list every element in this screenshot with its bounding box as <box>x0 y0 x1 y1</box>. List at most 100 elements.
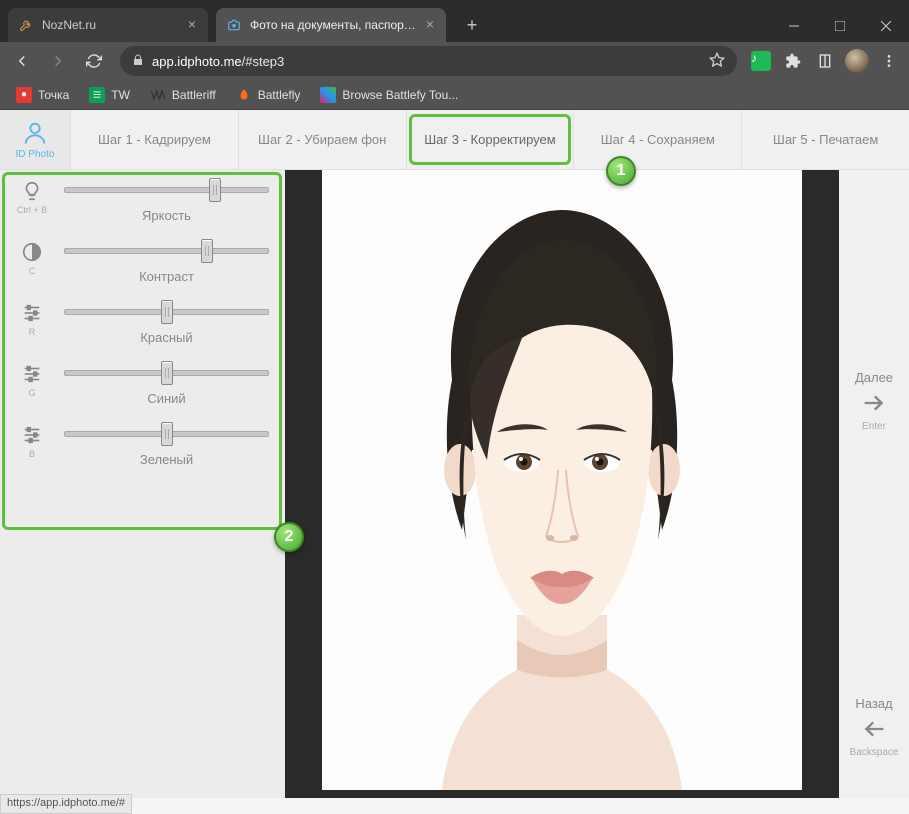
bookmark-item[interactable]: Browse Battlefy Tou... <box>312 83 466 107</box>
sliders-icon <box>21 302 43 324</box>
status-url: https://app.idphoto.me/# <box>7 797 125 809</box>
step-3[interactable]: Шаг 3 - Корректируем <box>406 110 574 169</box>
bookmark-favicon <box>89 87 105 103</box>
address-bar[interactable]: app.idphoto.me/#step3 <box>120 46 737 76</box>
next-button[interactable]: Далее Enter <box>839 370 909 432</box>
url-text: app.idphoto.me/#step3 <box>152 54 709 69</box>
bookmark-favicon <box>150 87 166 103</box>
tab-title: Фото на документы, паспорта, в <box>250 18 416 32</box>
slider-label: Яркость <box>64 208 269 223</box>
window-controls <box>771 10 909 42</box>
brightness-slider[interactable] <box>64 180 269 200</box>
step-2[interactable]: Шаг 2 - Убираем фон <box>238 110 406 169</box>
bookmark-item[interactable]: Battleriff <box>142 83 224 107</box>
bookmark-item[interactable]: Battlefly <box>228 83 309 107</box>
shortcut-label: С <box>29 266 36 276</box>
step-label: Шаг 4 - Сохраняем <box>601 132 715 147</box>
bulb-icon <box>21 180 43 202</box>
extensions-icon[interactable] <box>779 47 807 75</box>
camera-icon <box>226 17 242 33</box>
tab-title: NozNet.ru <box>42 18 178 32</box>
bookmark-label: Browse Battlefy Tou... <box>342 88 458 102</box>
callout-1: 1 <box>606 156 636 186</box>
green-control: B Зеленый <box>8 424 277 467</box>
profile-avatar[interactable] <box>843 47 871 75</box>
workspace: Ctrl + B Яркость С К <box>0 170 909 798</box>
back-button-app[interactable]: Назад Backspace <box>839 696 909 758</box>
photo-canvas-area <box>285 170 839 798</box>
bookmark-star-icon[interactable] <box>709 52 725 71</box>
reading-list-icon[interactable] <box>811 47 839 75</box>
slider-label: Зеленый <box>64 452 269 467</box>
blue-control: G Синий <box>8 363 277 406</box>
reload-button[interactable] <box>78 45 110 77</box>
browser-tab-2[interactable]: Фото на документы, паспорта, в × <box>216 8 446 42</box>
steps-nav: ID Photo Шаг 1 - Кадрируем Шаг 2 - Убира… <box>0 110 909 170</box>
status-bar: https://app.idphoto.me/# <box>0 794 132 814</box>
bookmark-item[interactable]: ● Точка <box>8 83 77 107</box>
browser-toolbar: app.idphoto.me/#step3 ♪ <box>0 42 909 80</box>
bookmark-label: Battlefly <box>258 88 301 102</box>
red-slider[interactable] <box>64 302 269 322</box>
forward-button[interactable] <box>42 45 74 77</box>
sliders-icon <box>21 424 43 446</box>
browser-tabs: NozNet.ru × Фото на документы, паспорта,… <box>0 0 771 42</box>
app-content: ID Photo Шаг 1 - Кадрируем Шаг 2 - Убира… <box>0 110 909 814</box>
callout-2: 2 <box>274 522 304 552</box>
bookmark-favicon: ● <box>16 87 32 103</box>
bookmark-label: Точка <box>38 88 69 102</box>
highlight-box-2 <box>2 172 282 530</box>
blue-slider[interactable] <box>64 363 269 383</box>
sliders-icon <box>21 363 43 385</box>
nav-label: Назад <box>855 696 892 711</box>
contrast-slider[interactable] <box>64 241 269 261</box>
slider-label: Контраст <box>64 269 269 284</box>
lock-icon <box>132 54 144 69</box>
menu-icon[interactable] <box>875 47 903 75</box>
step-label: Шаг 5 - Печатаем <box>773 132 878 147</box>
app-logo[interactable]: ID Photo <box>0 110 70 169</box>
step-label: Шаг 2 - Убираем фон <box>258 132 386 147</box>
logo-text: ID Photo <box>16 149 55 160</box>
bookmark-label: TW <box>111 88 130 102</box>
slider-label: Синий <box>64 391 269 406</box>
person-icon <box>21 119 49 147</box>
close-tab-icon[interactable]: × <box>422 17 438 33</box>
minimize-button[interactable] <box>771 10 817 42</box>
shortcut-label: Ctrl + B <box>17 205 47 215</box>
step-4[interactable]: Шаг 4 - Сохраняем <box>573 110 741 169</box>
red-control: R Красный <box>8 302 277 345</box>
close-window-button[interactable] <box>863 10 909 42</box>
new-tab-button[interactable]: + <box>458 11 486 39</box>
id-photo <box>322 170 802 790</box>
maximize-button[interactable] <box>817 10 863 42</box>
bookmark-favicon <box>320 87 336 103</box>
right-nav: Далее Enter Назад Backspace <box>839 170 909 798</box>
step-1[interactable]: Шаг 1 - Кадрируем <box>70 110 238 169</box>
shortcut-label: R <box>29 327 36 337</box>
step-label: Шаг 3 - Корректируем <box>424 132 555 147</box>
window-titlebar: NozNet.ru × Фото на документы, паспорта,… <box>0 0 909 42</box>
wrench-icon <box>18 17 34 33</box>
slider-label: Красный <box>64 330 269 345</box>
step-label: Шаг 1 - Кадрируем <box>98 132 211 147</box>
back-button[interactable] <box>6 45 38 77</box>
extension-music-icon[interactable]: ♪ <box>747 47 775 75</box>
step-5[interactable]: Шаг 5 - Печатаем <box>741 110 909 169</box>
shortcut-label: Enter <box>862 421 886 432</box>
shortcut-label: B <box>29 449 35 459</box>
nav-label: Далее <box>855 370 893 385</box>
bookmark-item[interactable]: TW <box>81 83 138 107</box>
arrow-left-icon <box>860 715 888 743</box>
arrow-right-icon <box>860 389 888 417</box>
shortcut-label: Backspace <box>850 747 899 758</box>
contrast-control: С Контраст <box>8 241 277 284</box>
adjustments-panel: Ctrl + B Яркость С К <box>0 170 285 798</box>
green-slider[interactable] <box>64 424 269 444</box>
browser-tab-1[interactable]: NozNet.ru × <box>8 8 208 42</box>
bookmark-label: Battleriff <box>172 88 216 102</box>
bookmark-favicon <box>236 87 252 103</box>
contrast-icon <box>21 241 43 263</box>
close-tab-icon[interactable]: × <box>184 17 200 33</box>
bookmarks-bar: ● Точка TW Battleriff Battlefly Browse Ba… <box>0 80 909 110</box>
